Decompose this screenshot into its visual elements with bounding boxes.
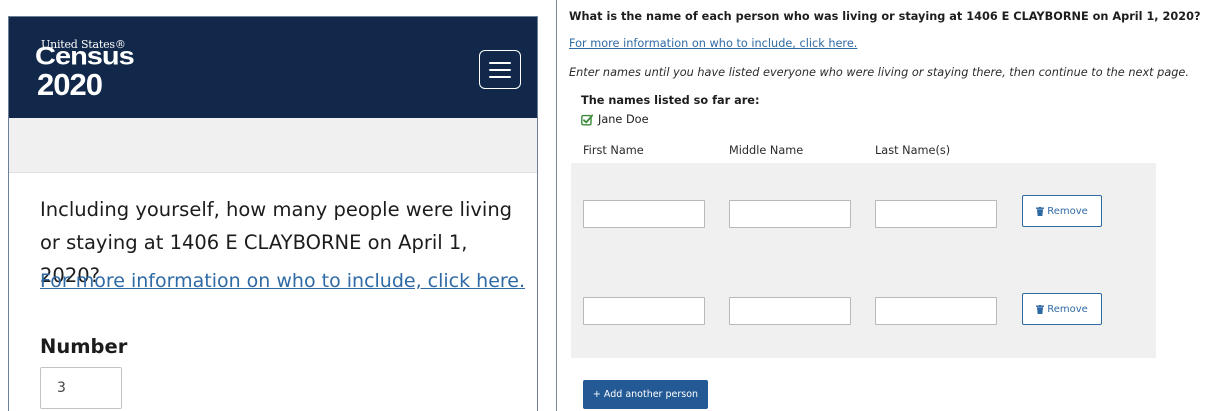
names-instructions: Enter names until you have listed everyo… [569, 66, 1189, 79]
logo-census: Census [35, 43, 135, 71]
number-input[interactable] [40, 367, 122, 409]
first-name-column-header: First Name [583, 144, 644, 157]
first-name-input-2[interactable] [583, 297, 705, 325]
last-name-input-2[interactable] [875, 297, 997, 325]
middle-name-column-header: Middle Name [729, 144, 804, 157]
trash-icon [1036, 206, 1045, 216]
remove-button-1[interactable]: Remove [1022, 195, 1102, 227]
listed-name-item: Jane Doe [581, 113, 649, 126]
listed-name-text: Jane Doe [598, 113, 649, 126]
remove-button-label: Remove [1047, 303, 1088, 315]
logo-year: 2020 [37, 67, 103, 102]
listed-names-label: The names listed so far are: [581, 94, 760, 107]
last-name-column-header: Last Name(s) [875, 144, 951, 157]
number-label: Number [40, 335, 128, 358]
hamburger-menu-button[interactable] [479, 50, 521, 89]
name-entries-container: Remove Remove [571, 163, 1156, 358]
progress-band [9, 118, 537, 173]
remove-button-2[interactable]: Remove [1022, 293, 1102, 325]
more-info-link[interactable]: For more information on who to include, … [40, 270, 525, 292]
first-name-input-1[interactable] [583, 200, 705, 228]
site-header: United States® Census 2020 [9, 17, 537, 118]
check-square-icon [581, 114, 593, 125]
census-mobile-panel: United States® Census 2020 Including you… [8, 16, 538, 411]
middle-name-input-2[interactable] [729, 297, 851, 325]
census-names-panel: What is the name of each person who was … [556, 0, 1230, 411]
middle-name-input-1[interactable] [729, 200, 851, 228]
more-info-link[interactable]: For more information on who to include, … [569, 37, 857, 50]
remove-button-label: Remove [1047, 205, 1088, 217]
trash-icon [1036, 304, 1045, 314]
names-question: What is the name of each person who was … [569, 10, 1201, 23]
last-name-input-1[interactable] [875, 200, 997, 228]
add-another-person-button[interactable]: + Add another person [583, 380, 708, 409]
